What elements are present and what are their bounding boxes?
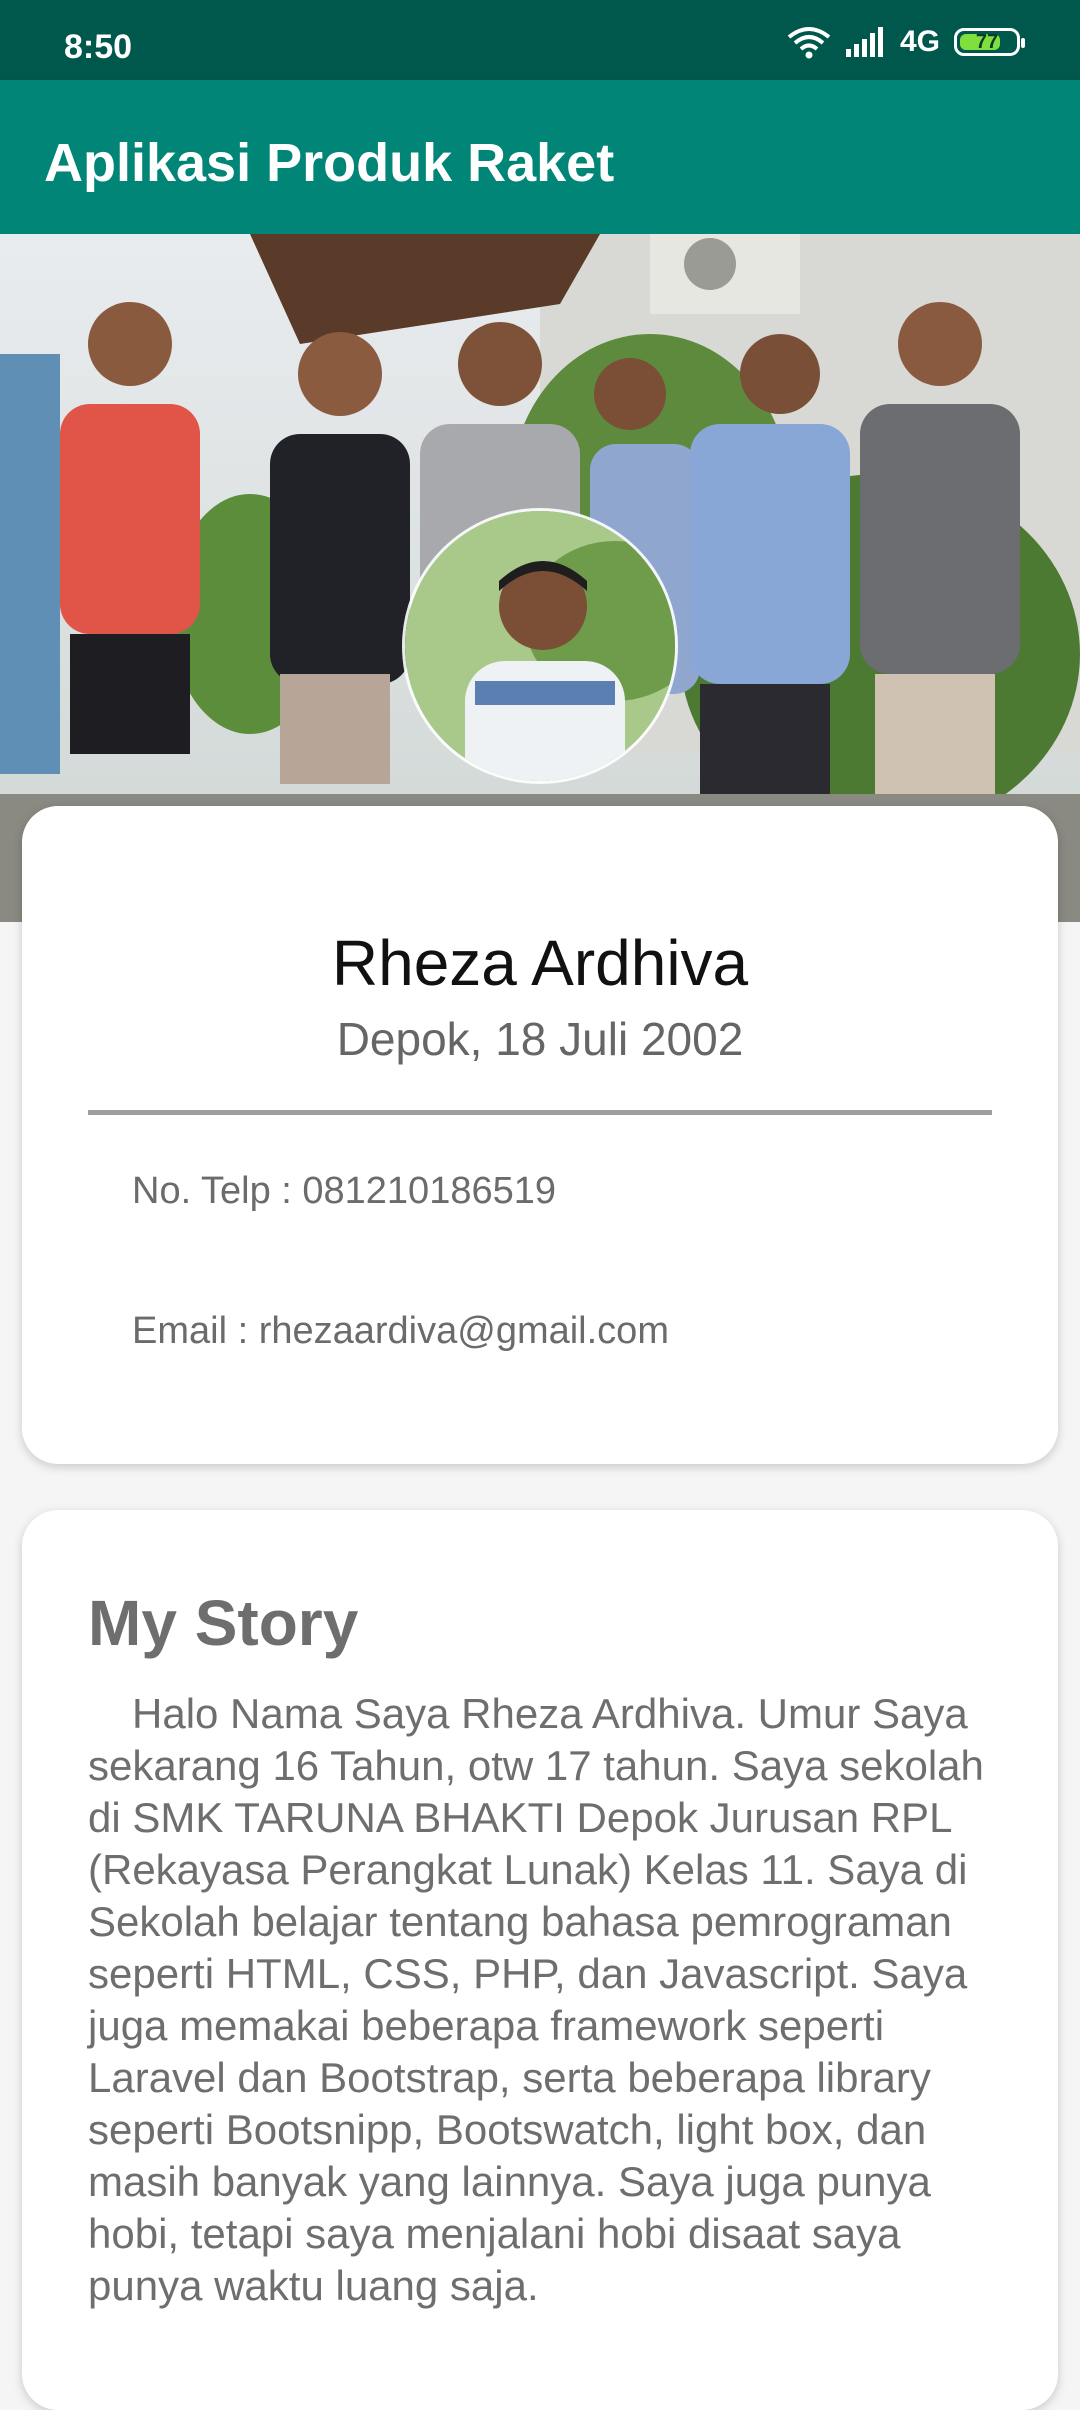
battery-level: 77	[975, 30, 999, 53]
story-card: My Story Halo Nama Saya Rheza Ardhiva. U…	[22, 1510, 1058, 2410]
contact-phone: No. Telp : 081210186519	[132, 1170, 556, 1212]
divider	[88, 1110, 992, 1115]
battery-icon: 77	[954, 28, 1025, 56]
status-bar: 8:50 4G 77	[0, 0, 1080, 80]
contact-email: Email : rhezaardiva@gmail.com	[132, 1310, 669, 1352]
network-type: 4G	[899, 25, 940, 58]
profile-name: Rheza Ardhiva	[331, 927, 749, 999]
status-time: 8:50	[64, 28, 133, 66]
wifi-icon	[787, 27, 831, 59]
app-bar: Aplikasi Produk Raket	[0, 80, 1080, 234]
status-icons: 4G 77	[786, 22, 1025, 62]
avatar	[402, 508, 678, 784]
profile-birth: Depok, 18 Juli 2002	[336, 1013, 744, 1065]
profile-card: Rheza Ardhiva Depok, 18 Juli 2002 No. Te…	[22, 806, 1058, 1464]
story-title: My Story	[88, 1587, 359, 1659]
app-title: Aplikasi Produk Raket	[44, 133, 615, 193]
signal-icon	[845, 27, 883, 57]
story-text: Halo Nama Saya Rheza Ardhiva. Umur Saya …	[88, 1690, 984, 2309]
